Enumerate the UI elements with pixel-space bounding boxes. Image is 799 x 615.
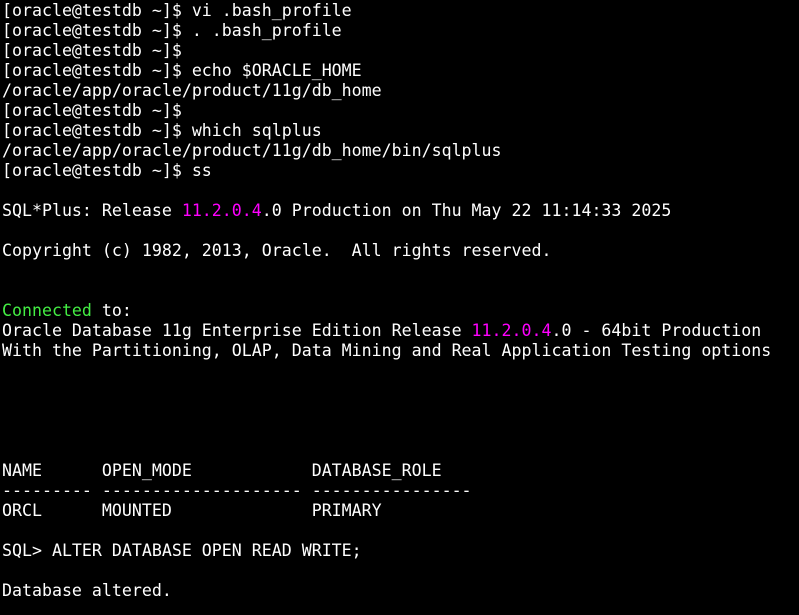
terminal-line: ORCL MOUNTED PRIMARY (2, 501, 799, 521)
terminal-text: [oracle@testdb ~]$ (2, 101, 182, 120)
terminal-text: to: (91, 301, 132, 320)
terminal-text: [oracle@testdb ~]$ . .bash_profile (2, 21, 342, 40)
terminal-text: SQL> ALTER DATABASE OPEN READ WRITE; (2, 541, 362, 560)
terminal-text: [oracle@testdb ~]$ echo $ORACLE_HOME (2, 61, 362, 80)
terminal-text: .0 - 64bit Production (551, 321, 762, 340)
terminal-line: /oracle/app/oracle/product/11g/db_home/b… (2, 141, 799, 161)
highlighted-text: 11.2.0.4 (181, 201, 262, 220)
terminal-line: [oracle@testdb ~]$ echo $ORACLE_HOME (2, 61, 799, 81)
terminal-line: With the Partitioning, OLAP, Data Mining… (2, 341, 799, 361)
terminal-line: [oracle@testdb ~]$ (2, 41, 799, 61)
terminal-text: Database altered. (2, 581, 172, 600)
terminal-line: Copyright (c) 1982, 2013, Oracle. All ri… (2, 241, 799, 261)
terminal-text: /oracle/app/oracle/product/11g/db_home (2, 81, 382, 100)
highlighted-text: Connected (2, 301, 92, 320)
terminal-text: NAME OPEN_MODE DATABASE_ROLE (2, 461, 442, 480)
terminal-text: .0 Production on Thu May 22 11:14:33 202… (261, 201, 672, 220)
terminal-line: [oracle@testdb ~]$ (2, 101, 799, 121)
terminal-line: SQL*Plus: Release 11.2.0.4.0 Production … (2, 201, 799, 221)
terminal-text: /oracle/app/oracle/product/11g/db_home/b… (2, 141, 502, 160)
terminal-line: Oracle Database 11g Enterprise Edition R… (2, 321, 799, 341)
terminal-line: NAME OPEN_MODE DATABASE_ROLE (2, 461, 799, 481)
terminal-text: With the Partitioning, OLAP, Data Mining… (2, 341, 772, 360)
terminal-text: [oracle@testdb ~]$ ss (2, 161, 212, 180)
terminal-text: --------- -------------------- ---------… (2, 481, 472, 500)
highlighted-text: 11.2.0.4 (471, 321, 552, 340)
terminal-line: [oracle@testdb ~]$ . .bash_profile (2, 21, 799, 41)
terminal-text: ORCL MOUNTED PRIMARY (2, 501, 382, 520)
terminal-line: [oracle@testdb ~]$ vi .bash_profile (2, 1, 799, 21)
terminal-line: /oracle/app/oracle/product/11g/db_home (2, 81, 799, 101)
terminal-text: [oracle@testdb ~]$ which sqlplus (2, 121, 322, 140)
terminal-line: --------- -------------------- ---------… (2, 481, 799, 501)
terminal-line: [oracle@testdb ~]$ which sqlplus (2, 121, 799, 141)
terminal-line: SQL> ALTER DATABASE OPEN READ WRITE; (2, 541, 799, 561)
terminal-line: Connected to: (2, 301, 799, 321)
terminal-text: Copyright (c) 1982, 2013, Oracle. All ri… (2, 241, 552, 260)
terminal-text: Oracle Database 11g Enterprise Edition R… (2, 321, 472, 340)
terminal-output[interactable]: [oracle@testdb ~]$ vi .bash_profile [orac… (2, 1, 799, 615)
terminal-line: [oracle@testdb ~]$ ss (2, 161, 799, 181)
terminal-text: [oracle@testdb ~]$ (2, 41, 182, 60)
terminal-text: SQL*Plus: Release (2, 201, 182, 220)
terminal-line: Database altered. (2, 581, 799, 601)
terminal-text: [oracle@testdb ~]$ vi .bash_profile (2, 1, 352, 20)
